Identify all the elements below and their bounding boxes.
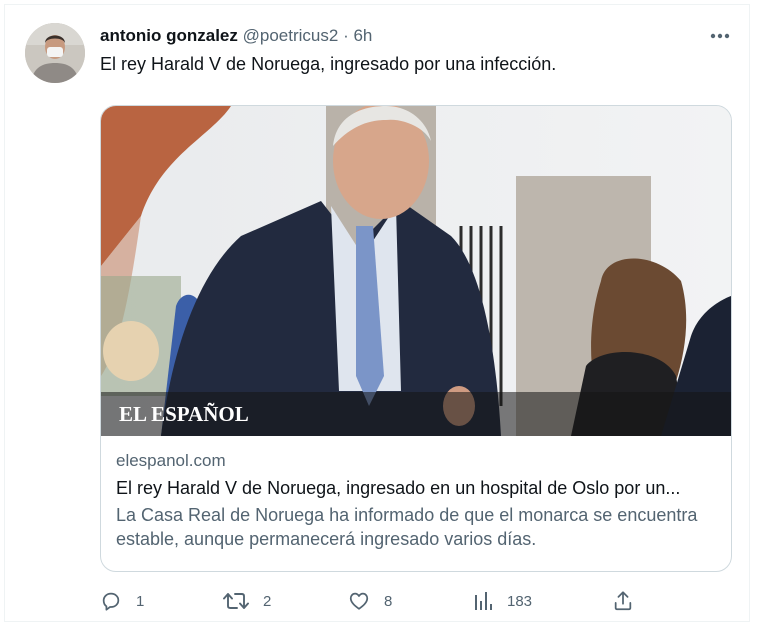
link-card[interactable]: EL ESPAÑOL elespanol.com El rey Harald V… [100, 105, 732, 572]
reply-icon [102, 592, 120, 611]
separator-dot: · [343, 26, 349, 45]
share-icon [614, 591, 632, 611]
views-count: 183 [507, 592, 533, 610]
reply-count: 1 [136, 592, 145, 610]
tweet-card[interactable]: antonio gonzalez @poetricus2 · 6h El rey… [4, 4, 750, 622]
more-options-button[interactable] [705, 23, 735, 49]
tweet-text: El rey Harald V de Noruega, ingresado po… [100, 54, 557, 74]
tweet-time[interactable]: 6h [353, 26, 372, 45]
retweet-button[interactable]: 2 [223, 588, 271, 614]
card-domain: elespanol.com [116, 451, 226, 470]
author-handle[interactable]: @poetricus2 [243, 26, 339, 45]
card-description: La Casa Real de Noruega ha informado de … [116, 505, 698, 549]
card-image[interactable]: EL ESPAÑOL [101, 106, 731, 436]
views-button[interactable]: 183 [473, 588, 532, 614]
avatar[interactable] [25, 23, 85, 83]
card-meta[interactable]: elespanol.com El rey Harald V de Noruega… [116, 450, 716, 551]
like-button[interactable]: 8 [348, 588, 392, 614]
like-count: 8 [384, 592, 393, 610]
views-chart-icon [475, 592, 492, 610]
card-title: El rey Harald V de Noruega, ingresado en… [116, 478, 681, 498]
publisher-logo: EL ESPAÑOL [119, 402, 249, 426]
reply-button[interactable]: 1 [100, 588, 144, 614]
tweet-header: antonio gonzalez @poetricus2 · 6h [100, 25, 372, 47]
share-button[interactable] [612, 588, 634, 614]
retweet-count: 2 [263, 592, 272, 610]
more-horizontal-icon [710, 33, 730, 39]
author-name[interactable]: antonio gonzalez [100, 26, 238, 45]
heart-icon [349, 592, 369, 610]
retweet-icon [223, 593, 249, 609]
card-image-caption-bar: EL ESPAÑOL [101, 392, 731, 436]
tweet-actions: 1 2 8 183 [100, 588, 720, 614]
